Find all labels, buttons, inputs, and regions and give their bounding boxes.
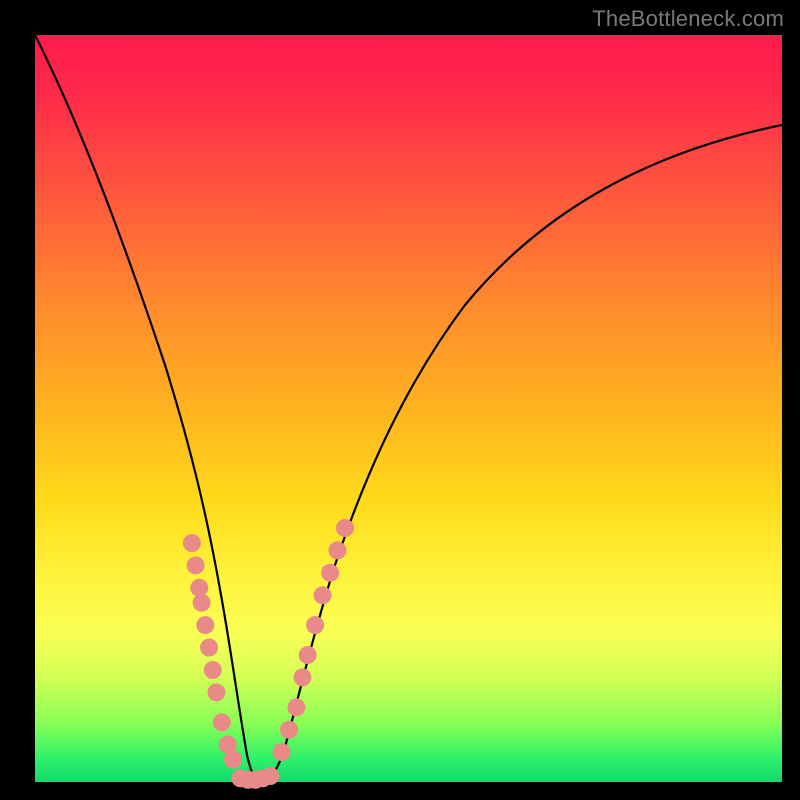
marker-dot: [306, 616, 324, 634]
marker-dots: [183, 519, 354, 789]
marker-dot: [183, 534, 201, 552]
marker-dot: [196, 616, 214, 634]
curve-path: [35, 35, 782, 781]
marker-dot: [204, 661, 222, 679]
marker-dot: [329, 541, 347, 559]
chart-frame: TheBottleneck.com: [0, 0, 800, 800]
marker-dot: [208, 683, 226, 701]
marker-dot: [187, 556, 205, 574]
marker-dot: [287, 698, 305, 716]
marker-dot: [200, 639, 218, 657]
marker-dot: [280, 721, 298, 739]
watermark-text: TheBottleneck.com: [592, 6, 784, 32]
marker-dot: [193, 594, 211, 612]
marker-dot: [299, 646, 317, 664]
marker-dot: [336, 519, 354, 537]
marker-dot: [261, 767, 279, 785]
marker-dot: [273, 743, 291, 761]
bottleneck-curve: [35, 35, 782, 782]
marker-dot: [321, 564, 339, 582]
marker-dot: [224, 751, 242, 769]
marker-dot: [314, 586, 332, 604]
marker-dot: [213, 713, 231, 731]
marker-dot: [293, 668, 311, 686]
plot-area: [35, 35, 782, 782]
